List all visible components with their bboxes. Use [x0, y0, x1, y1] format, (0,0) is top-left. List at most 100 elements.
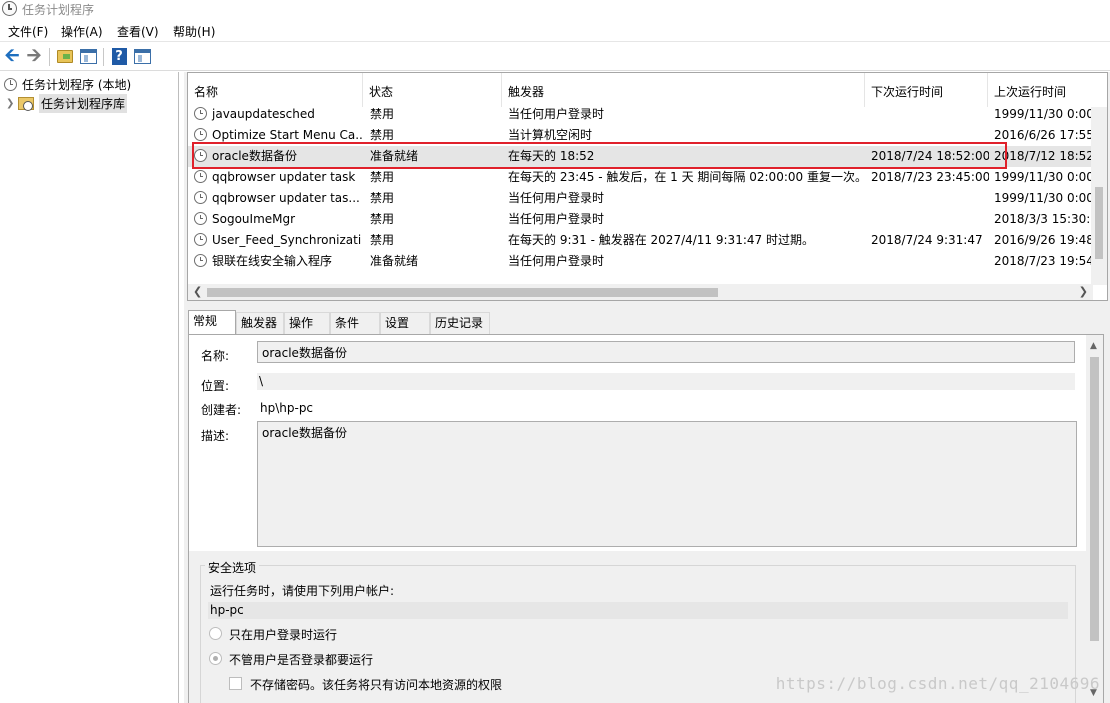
- menu-view[interactable]: 查看(V): [117, 23, 159, 40]
- task-list-vertical-scrollbar[interactable]: [1091, 107, 1107, 285]
- task-last-run-cell: 1999/11/30 0:00: [994, 191, 1094, 205]
- task-list-header: 名称 状态 触发器 下次运行时间 上次运行时间: [188, 73, 1107, 107]
- console-tree-icon: [79, 48, 97, 64]
- author-value: hp\hp-pc: [260, 401, 314, 415]
- scroll-thumb[interactable]: [207, 288, 718, 297]
- column-header-next-run[interactable]: 下次运行时间: [865, 73, 988, 107]
- task-name-cell: SogouImeMgr: [194, 209, 362, 230]
- task-name-cell: qqbrowser updater task: [194, 167, 362, 188]
- task-clock-icon: [194, 107, 207, 120]
- menu-help[interactable]: 帮助(H): [173, 23, 215, 40]
- tab-history[interactable]: 历史记录: [430, 312, 490, 334]
- menu-file[interactable]: 文件(F): [8, 23, 48, 40]
- task-clock-icon: [194, 191, 207, 204]
- table-row[interactable]: qqbrowser updater task 禁用 在每天的 23:45 - 触发后…: [188, 167, 1094, 188]
- column-header-name[interactable]: 名称: [188, 73, 363, 107]
- scroll-up-icon[interactable]: ▲: [1090, 341, 1097, 351]
- option-do-not-store-password[interactable]: 不存储密码。该任务将只有访问本地资源的权限: [250, 676, 502, 693]
- table-row[interactable]: User_Feed_Synchronizati... 禁用 在每天的 9:31 - …: [188, 230, 1094, 251]
- table-row[interactable]: SogouImeMgr 禁用 当任何用户登录时 2018/3/3 15:30:: [188, 209, 1093, 230]
- task-next-run-cell: [871, 209, 989, 230]
- chevron-right-icon[interactable]: ❯: [6, 98, 14, 109]
- option-run-only-when-logged-on[interactable]: 只在用户登录时运行: [229, 626, 337, 643]
- column-header-last-run[interactable]: 上次运行时间: [988, 73, 1107, 107]
- back-button[interactable]: 🡨: [2, 46, 22, 66]
- task-name-cell: oracle数据备份: [194, 146, 362, 167]
- folder-up-icon: [57, 49, 73, 63]
- show-hide-tree-button[interactable]: [78, 46, 98, 66]
- task-status-cell: 禁用: [370, 128, 395, 142]
- description-field[interactable]: oracle数据备份: [257, 421, 1077, 547]
- task-last-run-cell: 2018/7/12 18:52: [994, 149, 1094, 163]
- task-last-run-cell: 2018/7/23 19:54: [994, 254, 1094, 268]
- task-name-cell: qqbrowser updater tas...: [194, 188, 362, 209]
- folder-clock-icon: [18, 96, 34, 111]
- option-run-whether-logged-on[interactable]: 不管用户是否登录都要运行: [229, 651, 373, 668]
- scroll-thumb[interactable]: [1090, 357, 1099, 641]
- task-last-run-cell: 2018/3/3 15:30:: [994, 212, 1091, 226]
- table-row[interactable]: oracle数据备份 准备就绪 在每天的 18:52 2018/7/24 18:52:…: [188, 146, 1094, 167]
- menu-action[interactable]: 操作(A): [61, 23, 103, 40]
- task-status-cell: 禁用: [370, 233, 395, 247]
- tree-item-root[interactable]: 任务计划程序 (本地): [4, 75, 131, 93]
- task-next-run-cell: [871, 251, 989, 272]
- general-properties: 名称: oracle数据备份 位置: \ 创建者: hp\hp-pc 描述: o…: [188, 334, 1104, 703]
- tab-triggers[interactable]: 触发器: [236, 312, 284, 334]
- tab-general[interactable]: 常规: [188, 310, 236, 334]
- task-status-cell: 禁用: [370, 212, 395, 226]
- radio-run-only-when-logged-on[interactable]: [209, 627, 222, 640]
- task-clock-icon: [194, 170, 207, 183]
- table-row[interactable]: 银联在线安全输入程序 准备就绪 当任何用户登录时 2018/7/23 19:54: [188, 251, 1094, 272]
- task-clock-icon: [194, 233, 207, 246]
- show-hide-action-pane-button[interactable]: [132, 46, 152, 66]
- table-row[interactable]: qqbrowser updater tas... 禁用 当任何用户登录时 1999/1…: [188, 188, 1094, 209]
- forward-button[interactable]: 🡪: [24, 46, 44, 66]
- task-status-cell: 准备就绪: [370, 254, 419, 268]
- task-name: oracle数据备份: [212, 149, 297, 163]
- tab-conditions[interactable]: 条件: [330, 312, 380, 334]
- task-trigger-cell: 当任何用户登录时: [508, 212, 605, 226]
- help-button[interactable]: ?: [109, 46, 129, 66]
- task-list: 名称 状态 触发器 下次运行时间 上次运行时间 javaupdatesched 禁…: [187, 72, 1108, 301]
- checkbox-do-not-store-password[interactable]: [229, 677, 242, 690]
- scroll-thumb[interactable]: [1095, 187, 1103, 259]
- location-value: \: [257, 373, 1075, 390]
- task-name: 银联在线安全输入程序: [212, 254, 333, 268]
- task-last-run-cell: 1999/11/30 0:00: [994, 170, 1094, 184]
- properties-vertical-scrollbar[interactable]: ▲ ▼: [1086, 335, 1103, 703]
- table-row[interactable]: Optimize Start Menu Ca... 禁用 当计算机空闲时 2016/6…: [188, 125, 1094, 146]
- task-status-cell: 禁用: [370, 170, 395, 184]
- window-title: 任务计划程序: [22, 3, 95, 17]
- tab-settings[interactable]: 设置: [380, 312, 430, 334]
- up-folder-button[interactable]: [55, 46, 75, 66]
- scroll-left-icon[interactable]: ❮: [193, 285, 202, 298]
- tree-item-library[interactable]: ❯ 任务计划程序库: [6, 93, 128, 113]
- column-header-trigger[interactable]: 触发器: [502, 73, 865, 107]
- tab-actions[interactable]: 操作: [284, 312, 330, 334]
- properties-tabs: 常规 触发器 操作 条件 设置 历史记录: [188, 310, 1109, 334]
- task-next-run-cell: [871, 125, 989, 146]
- task-trigger-cell: 当任何用户登录时: [508, 191, 605, 205]
- task-trigger-cell: 当任何用户登录时: [508, 107, 605, 121]
- task-trigger-cell: 在每天的 23:45 - 触发后，在 1 天 期间每隔 02:00:00 重复一…: [508, 170, 867, 184]
- security-options-title: 安全选项: [205, 559, 260, 576]
- column-header-status[interactable]: 状态: [363, 73, 502, 107]
- radio-run-whether-logged-on[interactable]: [209, 652, 222, 665]
- task-next-run-cell: [871, 188, 989, 209]
- name-field[interactable]: oracle数据备份: [257, 341, 1075, 363]
- task-name: SogouImeMgr: [212, 212, 296, 226]
- task-clock-icon: [194, 128, 207, 141]
- scroll-right-icon[interactable]: ❯: [1079, 285, 1088, 298]
- task-list-horizontal-scrollbar[interactable]: ❮ ❯: [188, 284, 1093, 300]
- task-clock-icon: [194, 254, 207, 267]
- task-clock-icon: [194, 212, 207, 225]
- task-scheduler-app-icon: [2, 1, 17, 16]
- help-icon: ?: [111, 47, 127, 65]
- task-name-cell: javaupdatesched: [194, 104, 362, 125]
- console-tree: 任务计划程序 (本地) ❯ 任务计划程序库: [0, 72, 179, 703]
- task-last-run-cell: 2016/9/26 19:48: [994, 233, 1094, 247]
- run-as-user: hp-pc: [208, 602, 1068, 619]
- table-row[interactable]: javaupdatesched 禁用 当任何用户登录时 1999/11/30 0:00: [188, 104, 1094, 125]
- task-name: qqbrowser updater tas...: [212, 191, 360, 205]
- toolbar-separator: [103, 48, 104, 66]
